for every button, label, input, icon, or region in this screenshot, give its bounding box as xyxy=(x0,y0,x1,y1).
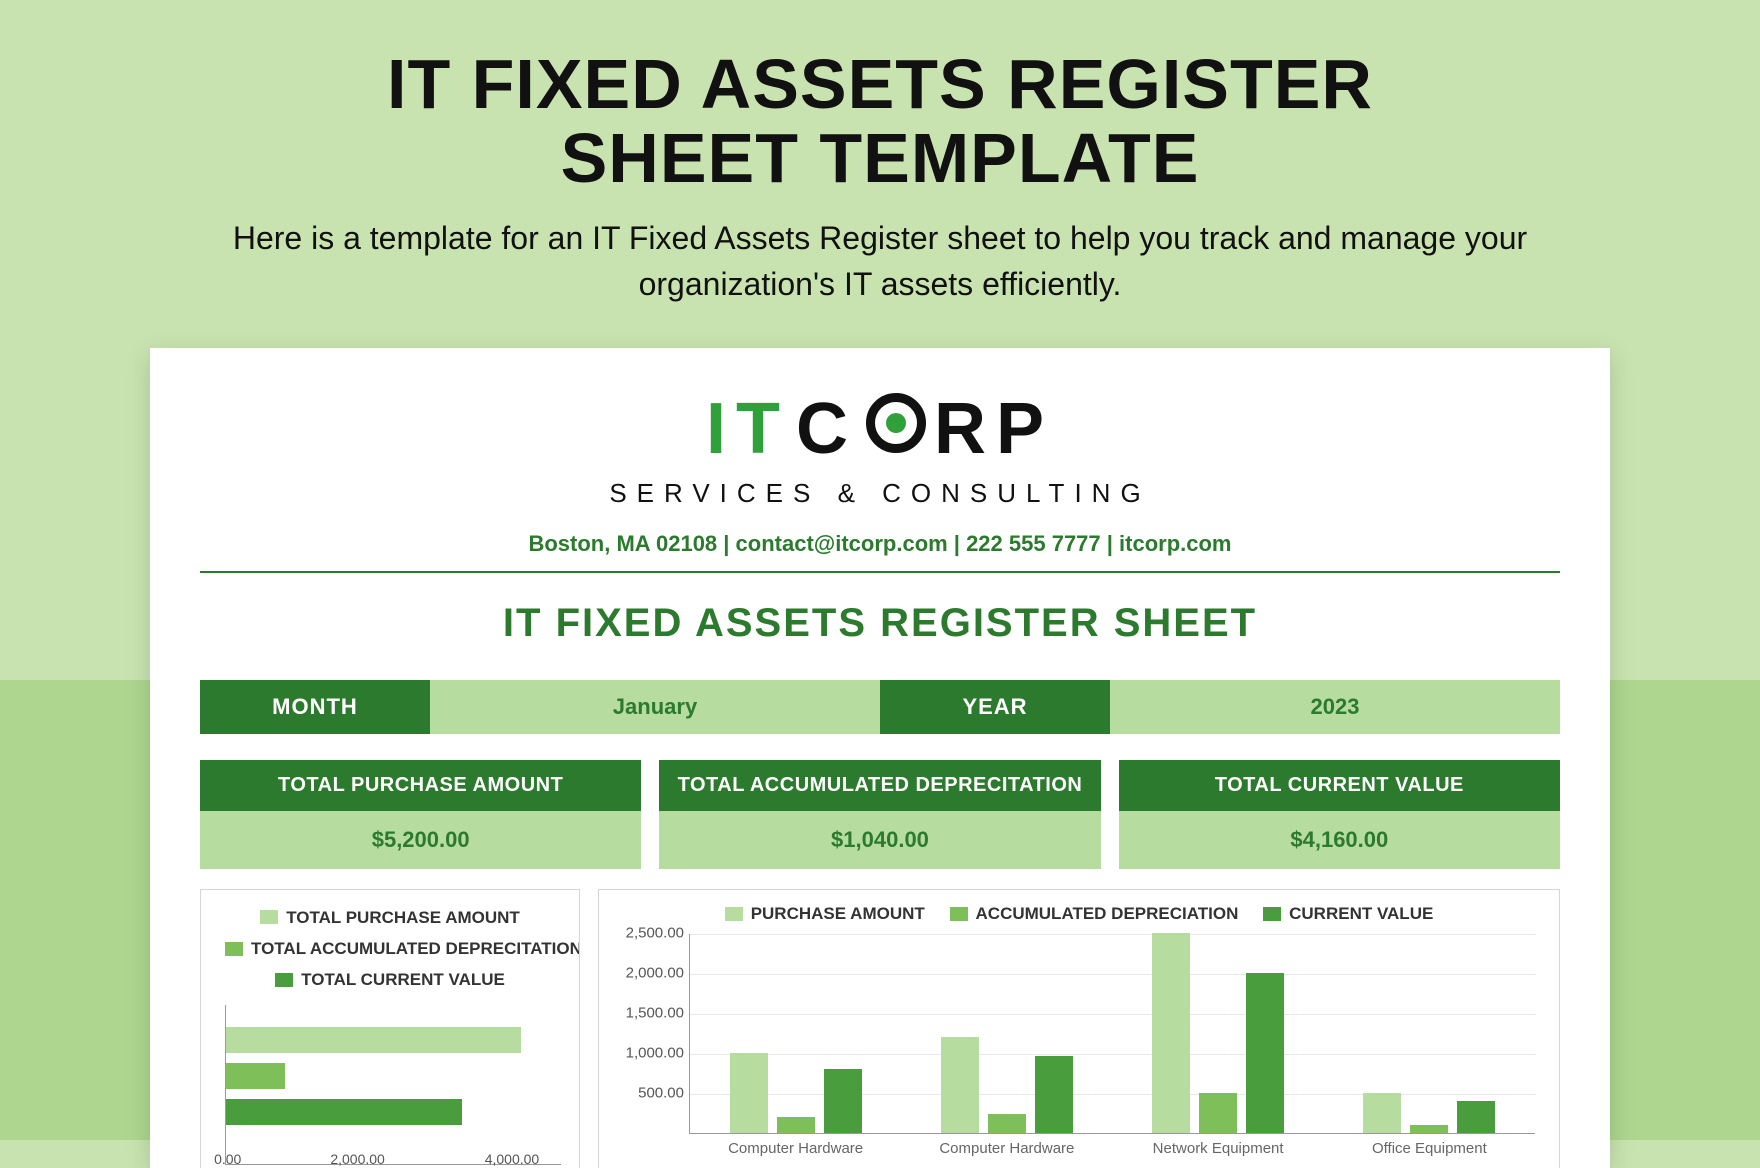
sheet-document: IT C RP SERVICES & CONSULTING Boston, MA… xyxy=(150,348,1610,1168)
axis-tick: 500.00 xyxy=(614,1084,684,1101)
company-logo: IT C RP SERVICES & CONSULTING xyxy=(200,388,1560,509)
bar xyxy=(1410,1125,1448,1133)
legend-item: CURRENT VALUE xyxy=(1263,904,1433,924)
period-row: MONTH January YEAR 2023 xyxy=(200,680,1560,734)
total-purchase-card: TOTAL PURCHASE AMOUNT $5,200.00 xyxy=(200,760,641,869)
page-subtitle: Here is a template for an IT Fixed Asset… xyxy=(190,215,1570,308)
legend-item: TOTAL CURRENT VALUE xyxy=(275,966,505,993)
charts-row: TOTAL PURCHASE AMOUNT TOTAL ACCUMULATED … xyxy=(200,889,1560,1168)
axis-tick: 1,500.00 xyxy=(614,1004,684,1021)
bar xyxy=(1457,1101,1495,1133)
axis-label: Office Equipment xyxy=(1324,1140,1535,1157)
axis-tick: 1,000.00 xyxy=(614,1044,684,1061)
bar-group: Computer Hardware xyxy=(690,1053,901,1133)
total-value: $5,200.00 xyxy=(200,811,641,869)
total-depreciation-card: TOTAL ACCUMULATED DEPRECITATION $1,040.0… xyxy=(659,760,1100,869)
logo-o-icon xyxy=(866,393,926,453)
totals-row: TOTAL PURCHASE AMOUNT $5,200.00 TOTAL AC… xyxy=(200,760,1560,869)
total-value: $4,160.00 xyxy=(1119,811,1560,869)
bar-group: Office Equipment xyxy=(1324,1093,1535,1133)
bar xyxy=(941,1037,979,1133)
axis-label: Computer Hardware xyxy=(690,1140,901,1157)
year-label: YEAR xyxy=(880,680,1110,734)
sheet-title: IT FIXED ASSETS REGISTER SHEET xyxy=(200,601,1560,646)
month-value[interactable]: January xyxy=(430,680,880,734)
bar xyxy=(824,1069,862,1133)
legend-item: TOTAL ACCUMULATED DEPRECITATION xyxy=(225,935,580,962)
month-label: MONTH xyxy=(200,680,430,734)
bar xyxy=(777,1117,815,1133)
axis-tick: 2,500.00 xyxy=(614,924,684,941)
bar xyxy=(1246,973,1284,1133)
bar xyxy=(1199,1093,1237,1133)
bar-group: Computer Hardware xyxy=(901,1037,1112,1133)
hbar xyxy=(226,1099,462,1125)
bar xyxy=(1035,1056,1073,1133)
axis-label: Computer Hardware xyxy=(901,1140,1112,1157)
total-current-card: TOTAL CURRENT VALUE $4,160.00 xyxy=(1119,760,1560,869)
total-label: TOTAL PURCHASE AMOUNT xyxy=(200,760,641,811)
hbar xyxy=(226,1027,521,1053)
hbar xyxy=(226,1063,285,1089)
bar-group: Network Equipment xyxy=(1113,933,1324,1133)
total-value: $1,040.00 xyxy=(659,811,1100,869)
bar xyxy=(730,1053,768,1133)
bar xyxy=(1363,1093,1401,1133)
year-value[interactable]: 2023 xyxy=(1110,680,1560,734)
legend-item: PURCHASE AMOUNT xyxy=(725,904,925,924)
axis-tick: 2,000.00 xyxy=(614,964,684,981)
logo-subtitle: SERVICES & CONSULTING xyxy=(200,478,1560,509)
category-bar-chart: PURCHASE AMOUNT ACCUMULATED DEPRECIATION… xyxy=(598,889,1560,1168)
totals-bar-chart: TOTAL PURCHASE AMOUNT TOTAL ACCUMULATED … xyxy=(200,889,580,1168)
bar xyxy=(1152,933,1190,1133)
legend-item: TOTAL PURCHASE AMOUNT xyxy=(260,904,520,931)
page-title: IT FIXED ASSETS REGISTER SHEET TEMPLATE xyxy=(0,0,1760,195)
legend-item: ACCUMULATED DEPRECIATION xyxy=(950,904,1239,924)
contact-line: Boston, MA 02108 | contact@itcorp.com | … xyxy=(200,531,1560,573)
axis-tick: 0.00 xyxy=(214,1151,241,1167)
total-label: TOTAL ACCUMULATED DEPRECITATION xyxy=(659,760,1100,811)
total-label: TOTAL CURRENT VALUE xyxy=(1119,760,1560,811)
axis-label: Network Equipment xyxy=(1113,1140,1324,1157)
bar xyxy=(988,1114,1026,1133)
axis-tick: 2,000.00 xyxy=(330,1151,385,1167)
axis-tick: 4,000.00 xyxy=(485,1151,540,1167)
